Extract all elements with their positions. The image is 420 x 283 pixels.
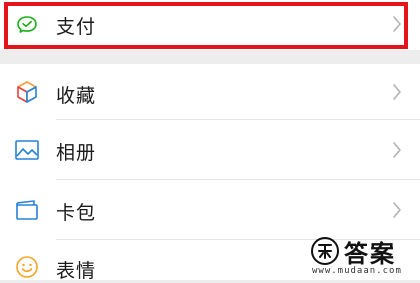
menu-item-pay[interactable]: 支付 — [0, 0, 420, 50]
favorites-cube-icon — [14, 79, 40, 105]
watermark-url: www.mudaan.com — [312, 266, 402, 276]
album-picture-icon — [14, 137, 40, 163]
menu-item-label: 相册 — [56, 142, 97, 164]
chevron-right-icon — [393, 202, 401, 218]
watermark-text: 答案 — [344, 240, 396, 268]
watermark: 答案 www.mudaan.com — [310, 234, 410, 278]
menu-item-label: 表情 — [56, 260, 97, 282]
chevron-right-icon — [393, 84, 401, 100]
menu-item-favorites[interactable]: 收藏 — [0, 64, 420, 120]
chevron-right-icon — [393, 16, 401, 32]
menu-item-label: 收藏 — [56, 85, 97, 107]
menu-item-label: 支付 — [56, 16, 97, 38]
card-wallet-icon — [14, 197, 40, 223]
wechat-pay-icon — [14, 12, 40, 38]
menu-item-label: 卡包 — [56, 202, 97, 224]
chevron-right-icon — [393, 142, 401, 158]
watermark-logo-icon — [311, 237, 339, 265]
menu-item-album[interactable]: 相册 — [0, 120, 420, 180]
sticker-smile-icon — [14, 254, 40, 280]
menu-item-cards[interactable]: 卡包 — [0, 180, 420, 240]
